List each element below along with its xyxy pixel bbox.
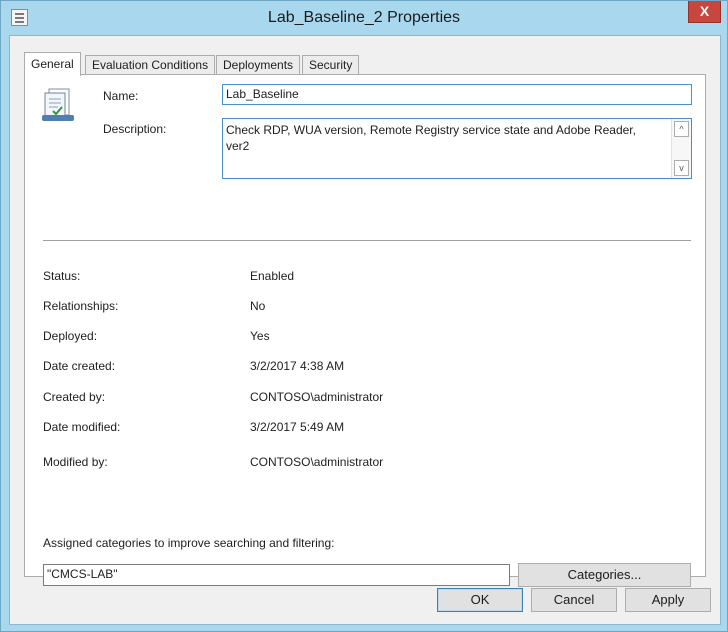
cancel-button[interactable]: Cancel (531, 588, 617, 612)
name-field[interactable]: Lab_Baseline (222, 84, 692, 105)
description-line-1: Check RDP, WUA version, Remote Registry … (226, 123, 636, 137)
tab-general[interactable]: General (24, 52, 81, 76)
date-created-value: 3/2/2017 4:38 AM (250, 359, 345, 373)
date-created-label: Date created: (43, 359, 116, 373)
created-by-label: Created by: (43, 390, 106, 404)
tab-evaluation-conditions[interactable]: Evaluation Conditions (85, 55, 216, 75)
status-value: Enabled (250, 269, 295, 283)
description-field[interactable]: Check RDP, WUA version, Remote Registry … (222, 118, 692, 179)
date-modified-value: 3/2/2017 5:49 AM (250, 420, 345, 434)
deployed-label: Deployed: (43, 329, 98, 343)
tab-security[interactable]: Security (302, 55, 360, 75)
categories-field[interactable]: "CMCS-LAB" (43, 564, 510, 586)
description-label: Description: (103, 122, 167, 136)
description-scrollbar[interactable]: ^ v (671, 119, 691, 178)
description-line-2: ver2 (226, 139, 250, 153)
categories-button[interactable]: Categories... (518, 563, 691, 587)
general-tab-panel: Name: Lab_Baseline Description: Check RD… (24, 74, 706, 587)
apply-button[interactable]: Apply (625, 588, 711, 612)
modified-by-label: Modified by: (43, 455, 108, 469)
status-label: Status: (43, 269, 81, 283)
modified-by-value: CONTOSO\administrator (250, 455, 384, 469)
title-bar[interactable]: Lab_Baseline_2 Properties X (1, 1, 727, 35)
tab-deployments[interactable]: Deployments (216, 55, 301, 75)
relationships-label: Relationships: (43, 299, 119, 313)
deployed-value: Yes (250, 329, 270, 343)
name-label: Name: (103, 89, 139, 103)
close-button[interactable]: X (688, 1, 721, 23)
date-modified-label: Date modified: (43, 420, 121, 434)
scroll-down-icon[interactable]: v (674, 160, 689, 176)
configuration-baseline-icon (42, 88, 74, 121)
scroll-up-icon[interactable]: ^ (674, 121, 689, 137)
ok-button[interactable]: OK (437, 588, 523, 612)
relationships-value: No (250, 299, 266, 313)
properties-window: Lab_Baseline_2 Properties X General Eval… (0, 0, 728, 632)
dialog-client-area: General Evaluation Conditions Deployment… (9, 35, 721, 625)
categories-label: Assigned categories to improve searching… (43, 536, 335, 550)
window-title: Lab_Baseline_2 Properties (267, 9, 461, 26)
created-by-value: CONTOSO\administrator (250, 390, 384, 404)
section-divider (43, 240, 691, 242)
